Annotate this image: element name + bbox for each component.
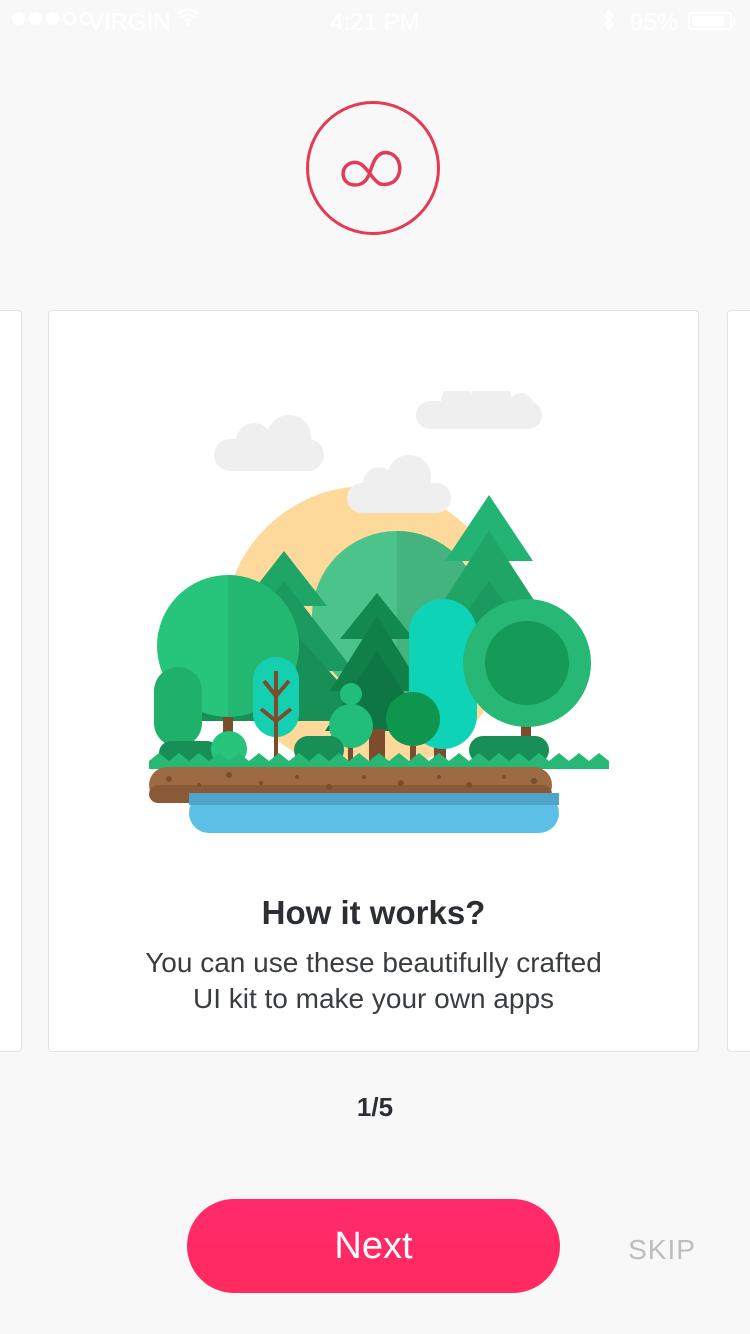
app-logo xyxy=(306,101,440,235)
forest-island-illustration xyxy=(149,391,609,833)
page-indicator: 1/5 xyxy=(356,1092,394,1122)
infinity-loop-icon xyxy=(341,150,402,187)
cloud-shape xyxy=(214,415,324,471)
card-description: You can use these beautifully crafted UI… xyxy=(89,945,658,1017)
next-card-peek[interactable] xyxy=(727,310,750,1052)
grass-shape xyxy=(149,753,609,769)
status-bar: VIRGIN 4:21 PM 95% xyxy=(0,0,750,40)
card-title: How it works? xyxy=(261,894,486,931)
card-description-line: UI kit to make your own apps xyxy=(192,983,555,1014)
round-tree-shape xyxy=(386,692,440,746)
previous-card-peek[interactable] xyxy=(0,310,22,1052)
onboarding-card: How it works? You can use these beautifu… xyxy=(48,310,699,1052)
battery-icon xyxy=(688,12,732,30)
next-button[interactable]: Next xyxy=(187,1199,560,1293)
bluetooth-icon xyxy=(603,8,615,37)
skip-button[interactable]: SKIP xyxy=(610,1234,714,1266)
cloud-shape xyxy=(347,455,451,513)
bush-tree-shape xyxy=(154,667,202,747)
card-description-line: You can use these beautifully crafted xyxy=(145,947,602,978)
cloud-shape xyxy=(416,391,542,429)
battery-percent: 95% xyxy=(630,9,679,36)
battery-tip xyxy=(733,17,736,25)
